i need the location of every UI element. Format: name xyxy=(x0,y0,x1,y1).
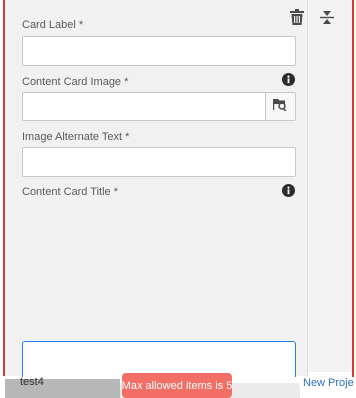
collapse-icon[interactable] xyxy=(320,9,334,26)
card-title-label: Content Card Title * xyxy=(22,186,118,198)
info-icon[interactable] xyxy=(282,73,295,86)
toast-message: Max allowed items is 5 xyxy=(121,379,233,392)
error-border-left xyxy=(3,0,5,376)
error-border-right xyxy=(352,0,354,398)
card-label-label: Card Label * xyxy=(22,19,84,31)
info-icon[interactable] xyxy=(282,184,295,197)
new-project-link[interactable]: New Proje xyxy=(303,377,354,389)
card-image-path-input[interactable] xyxy=(22,92,265,121)
browse-assets-button[interactable] xyxy=(265,92,296,121)
item-actions-gutter xyxy=(308,0,352,372)
trash-icon[interactable] xyxy=(290,9,304,26)
list-item-text: test4 xyxy=(20,376,44,388)
image-alt-label: Image Alternate Text * xyxy=(22,131,130,143)
folder-search-icon xyxy=(273,98,288,116)
image-alt-input[interactable] xyxy=(22,147,296,177)
card-label-input[interactable] xyxy=(22,36,296,66)
card-image-label: Content Card Image * xyxy=(22,76,129,88)
error-toast: Max allowed items is 5 xyxy=(122,373,232,398)
